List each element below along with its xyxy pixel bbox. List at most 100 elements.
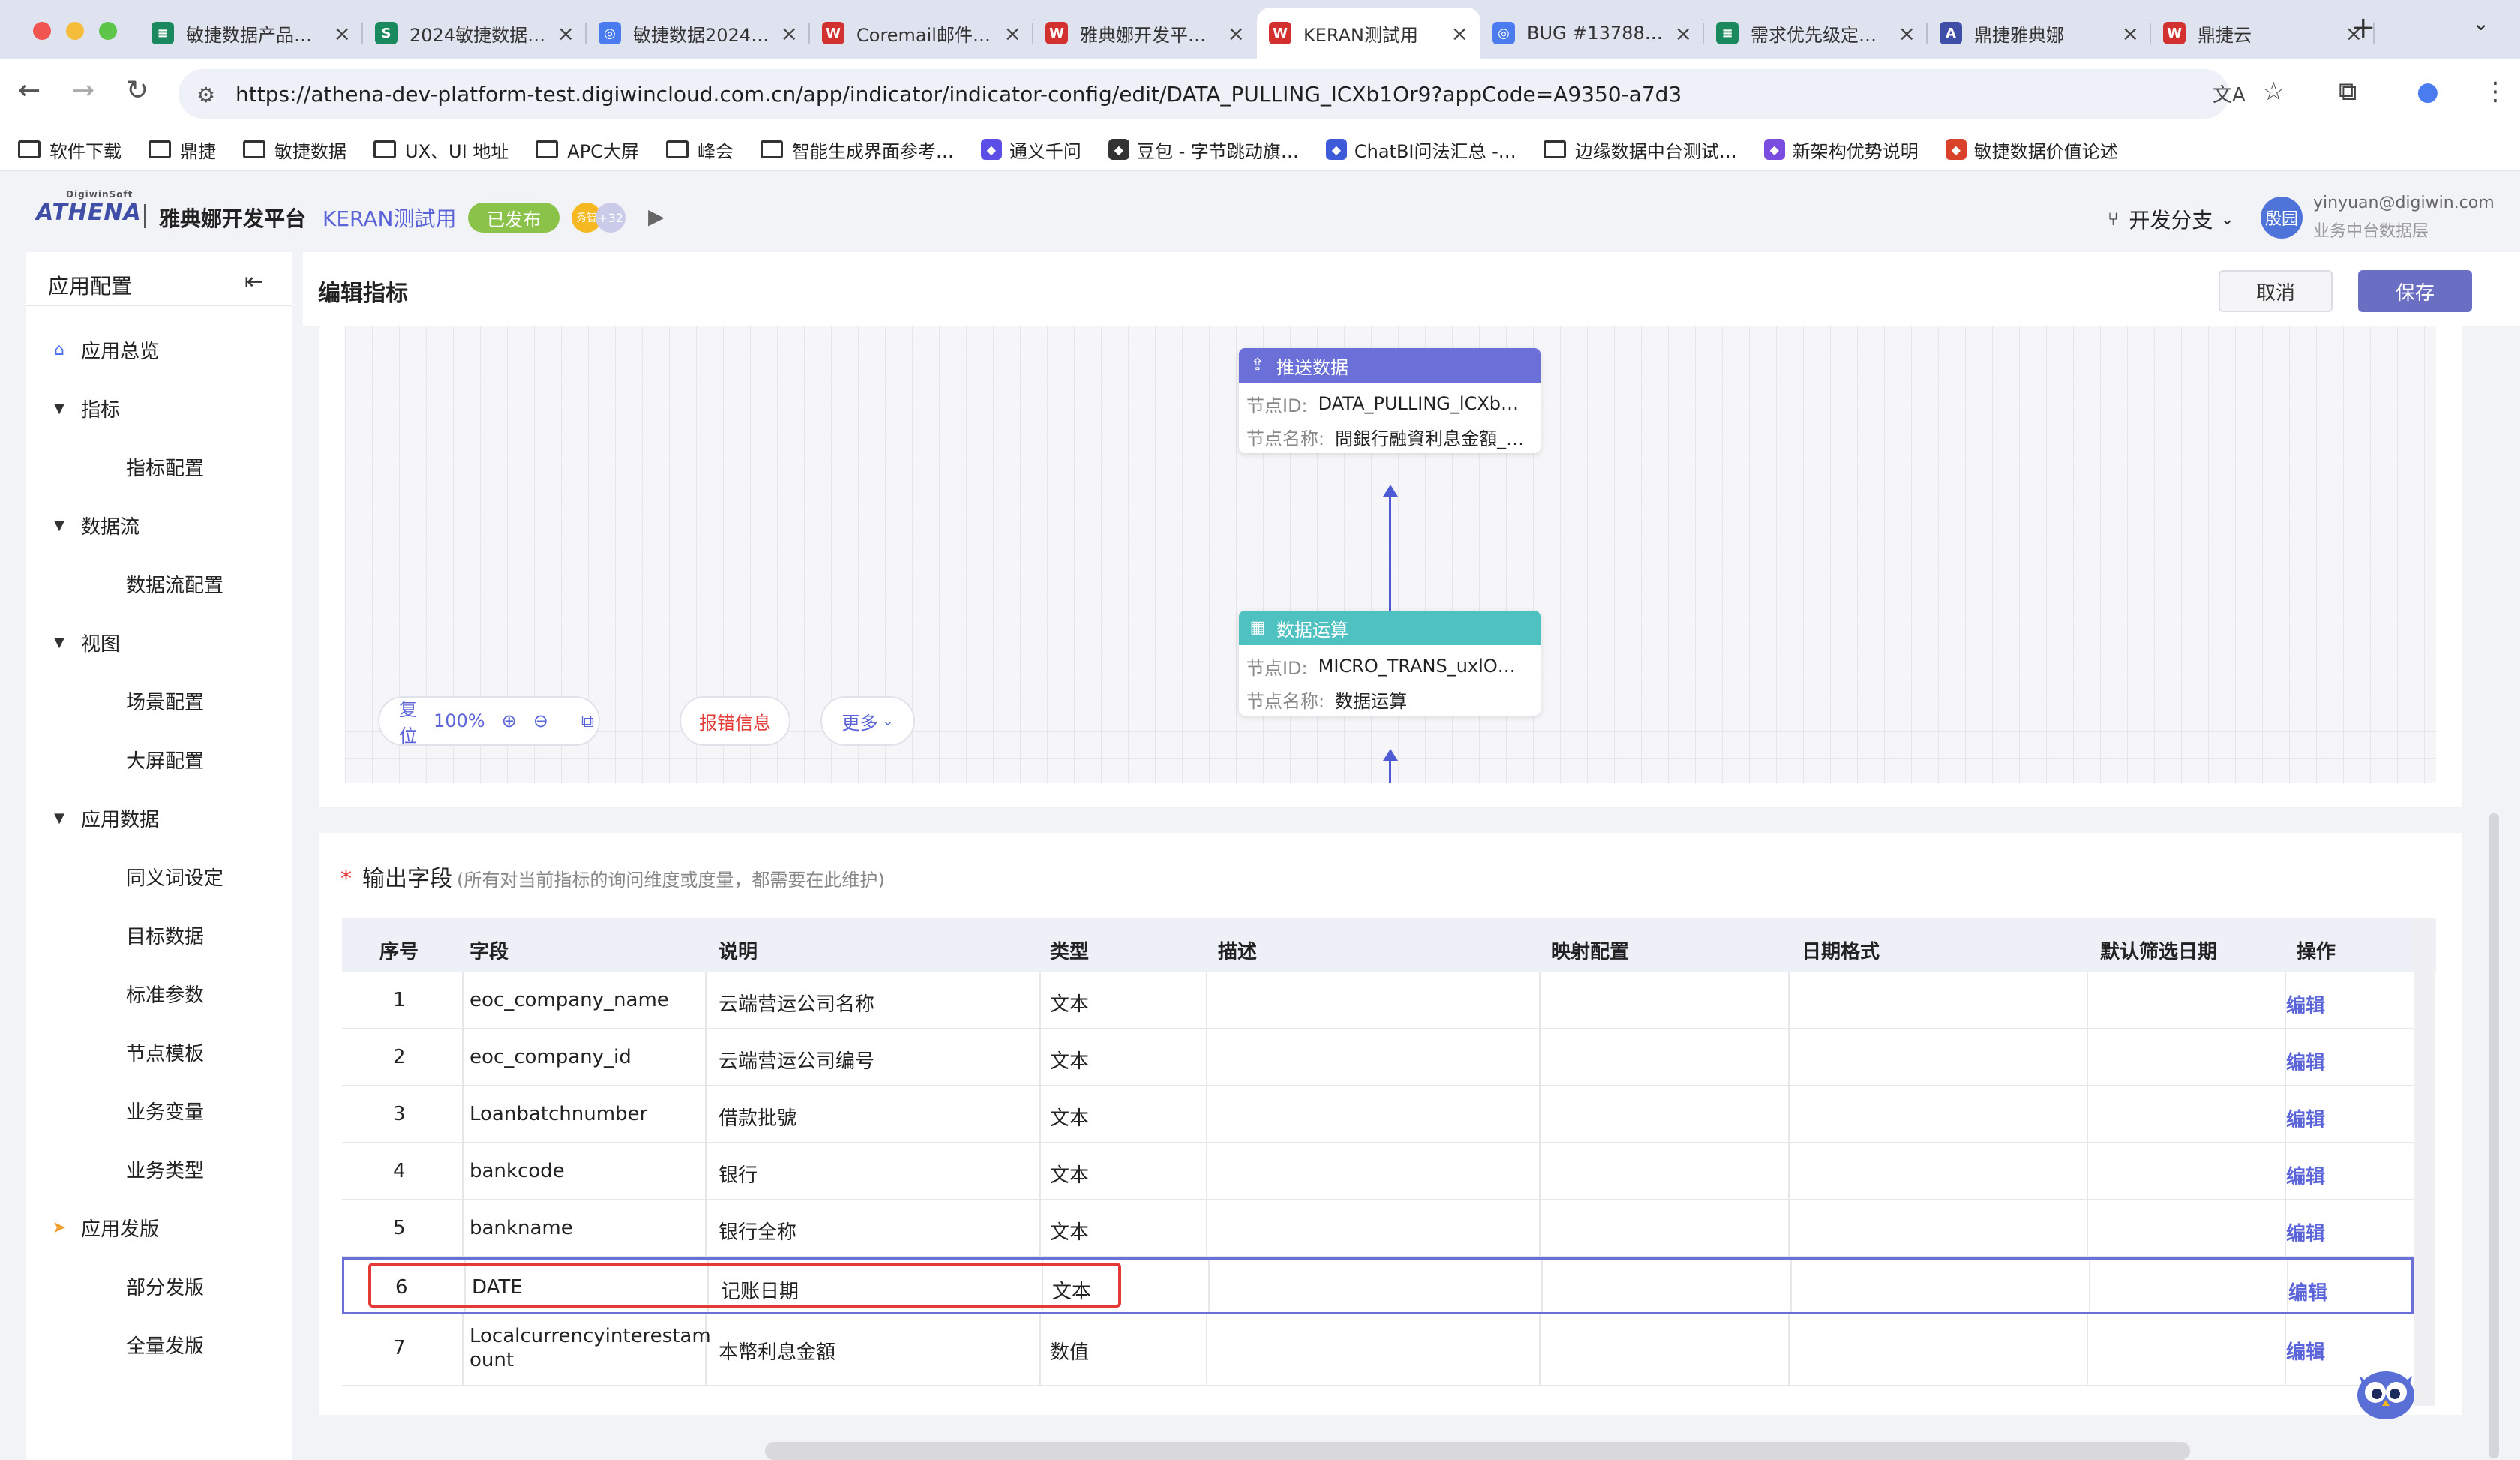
translate-icon[interactable]: 文A — [2212, 80, 2246, 107]
table-row[interactable]: 3 Loanbatchnumber 借款批號 文本 编辑 — [342, 1086, 2414, 1143]
close-tab-icon[interactable]: × — [1228, 21, 1245, 46]
bookmark-item[interactable]: ◆ ChatBI问法汇总 -… — [1325, 137, 1516, 163]
edit-link[interactable]: 编辑 — [2286, 1047, 2325, 1075]
sidebar-subitem[interactable]: 标准参数 — [126, 980, 204, 1008]
close-tab-icon[interactable]: × — [1675, 21, 1692, 46]
bookmark-item[interactable]: ◆ 通义千问 — [980, 137, 1082, 163]
sidebar-subitem[interactable]: 数据流配置 — [126, 570, 224, 598]
play-icon[interactable]: ▶ — [648, 204, 664, 229]
close-tab-icon[interactable]: × — [1451, 21, 1468, 46]
table-row[interactable]: 7 Localcurrencyinterestam 本幣利息金額 数值 ount 编辑 — [342, 1314, 2414, 1386]
athena-logo[interactable]: DigiwinSoft ATHENA — [36, 189, 142, 226]
user-avatar[interactable]: 殷园 — [2260, 197, 2302, 239]
edit-link[interactable]: 编辑 — [2286, 990, 2325, 1018]
browser-tab[interactable]: S 2024敏捷数据… × — [363, 8, 586, 59]
sidebar-subitem[interactable]: 场景配置 — [126, 687, 204, 715]
bookmark-item[interactable]: UX、UI 地址 — [374, 137, 508, 163]
table-row[interactable]: 5 bankname 银行全称 文本 编辑 — [342, 1200, 2414, 1257]
browser-tab[interactable]: ≡ 需求优先级定… × — [1704, 8, 1928, 59]
reload-button[interactable]: ↻ — [126, 75, 148, 106]
close-tab-icon[interactable]: × — [1898, 21, 1916, 46]
sidebar-item[interactable]: ▼ 视图 — [48, 629, 120, 656]
extensions-icon[interactable]: ⧉ — [2338, 77, 2356, 107]
close-tab-icon[interactable]: × — [334, 21, 351, 46]
error-info-button[interactable]: 报错信息 — [680, 696, 790, 746]
push-data-node[interactable]: ⇪ 推送数据 节点ID: DATA_PULLING_lCXb… 节点名称: 問銀… — [1239, 348, 1540, 453]
site-info-icon[interactable]: ⚙ — [196, 83, 215, 107]
maximize-window-button[interactable] — [99, 22, 117, 40]
edit-link[interactable]: 编辑 — [2288, 1278, 2327, 1305]
zoom-out-icon[interactable]: ⊖ — [533, 710, 548, 732]
browser-menu-icon[interactable]: ⋮ — [2482, 77, 2508, 107]
more-button[interactable]: 更多 ⌄ — [820, 696, 915, 746]
edit-link[interactable]: 编辑 — [2286, 1218, 2325, 1246]
bookmark-item[interactable]: 边缘数据中台测试… — [1543, 137, 1737, 163]
url-bar[interactable]: ⚙ https://athena-dev-platform-test.digiw… — [178, 69, 2229, 119]
browser-tab[interactable]: W 雅典娜开发平… × — [1034, 8, 1257, 59]
profile-icon[interactable]: ● — [2416, 77, 2439, 107]
data-calc-node[interactable]: ▦ 数据运算 节点ID: MICRO_TRANS_uxlO… 节点名称: 数据运… — [1239, 611, 1540, 716]
close-tab-icon[interactable]: × — [557, 21, 574, 46]
page-scrollbar[interactable] — [2488, 813, 2499, 1458]
copy-icon[interactable]: ⧉ — [581, 710, 594, 732]
zoom-in-icon[interactable]: ⊕ — [502, 710, 517, 732]
close-tab-icon[interactable]: × — [781, 21, 798, 46]
close-tab-icon[interactable]: × — [2122, 21, 2139, 46]
bookmark-item[interactable]: 智能生成界面参考… — [760, 137, 954, 163]
browser-tab[interactable]: ◎ BUG #13788… × — [1480, 8, 1704, 59]
sidebar-subitem[interactable]: 全量发版 — [126, 1331, 204, 1359]
sidebar-subitem[interactable]: 大屏配置 — [126, 746, 204, 774]
new-tab-button[interactable]: + — [2350, 11, 2376, 45]
edit-link[interactable]: 编辑 — [2286, 1337, 2325, 1365]
browser-tab[interactable]: A 鼎捷雅典娜 × — [1928, 8, 2151, 59]
sidebar-subitem[interactable]: 业务类型 — [126, 1155, 204, 1183]
edit-link[interactable]: 编辑 — [2286, 1104, 2325, 1132]
browser-tab[interactable]: W Coremail邮件… × — [810, 8, 1034, 59]
edit-link[interactable]: 编辑 — [2286, 1161, 2325, 1189]
sidebar-subitem[interactable]: 业务变量 — [126, 1097, 204, 1125]
bookmark-star-icon[interactable]: ☆ — [2262, 77, 2284, 107]
bookmark-item[interactable]: ◆ 新架构优势说明 — [1763, 137, 1918, 163]
minimize-window-button[interactable] — [66, 22, 84, 40]
forward-button[interactable]: → — [72, 75, 94, 106]
close-window-button[interactable] — [33, 22, 51, 40]
horizontal-scrollbar[interactable] — [765, 1442, 2190, 1460]
table-row[interactable]: 6 DATE 记账日期 文本 编辑 — [342, 1257, 2414, 1314]
sidebar-item[interactable]: ▼ 数据流 — [48, 512, 140, 539]
back-button[interactable]: ← — [18, 75, 40, 106]
cancel-button[interactable]: 取消 — [2218, 270, 2332, 312]
table-scrollbar[interactable] — [2414, 918, 2434, 1406]
table-row[interactable]: 4 bankcode 银行 文本 编辑 — [342, 1143, 2414, 1200]
sidebar-subitem[interactable]: 节点模板 — [126, 1038, 204, 1066]
bookmark-item[interactable]: ◆ 豆包 - 字节跳动旗… — [1108, 137, 1299, 163]
branch-selector[interactable]: ⑂ 开发分支 ⌄ — [2108, 204, 2234, 234]
browser-tab[interactable]: ◎ 敏捷数据2024… × — [586, 8, 810, 59]
sidebar-subitem[interactable]: 部分发版 — [126, 1272, 204, 1300]
close-tab-icon[interactable]: × — [1004, 21, 1022, 46]
tab-search-icon[interactable]: ⌄ — [2472, 11, 2489, 35]
sidebar-item[interactable]: ▼ 指标 — [48, 395, 120, 422]
collaborator-count[interactable]: +32 — [596, 203, 626, 233]
browser-tab[interactable]: W KERAN测試用 × — [1257, 8, 1480, 59]
bookmark-item[interactable]: 峰会 — [665, 137, 734, 163]
browser-tab[interactable]: W 鼎捷云 × — [2151, 8, 2374, 59]
sidebar-subitem[interactable]: 目标数据 — [126, 921, 204, 949]
bookmark-item[interactable]: APC大屏 — [536, 137, 639, 163]
bookmark-item[interactable]: ◆ 敏捷数据价值论述 — [1945, 137, 2118, 163]
bookmark-item[interactable]: 敏捷数据 — [243, 137, 346, 163]
sidebar-subitem[interactable]: 指标配置 — [126, 453, 204, 481]
bookmark-item[interactable]: 软件下载 — [18, 137, 122, 163]
assistant-owl-icon[interactable] — [2352, 1362, 2420, 1422]
table-row[interactable]: 1 eoc_company_name 云端营运公司名称 文本 编辑 — [342, 972, 2414, 1029]
table-row[interactable]: 2 eoc_company_id 云端营运公司编号 文本 编辑 — [342, 1029, 2414, 1086]
save-button[interactable]: 保存 — [2358, 270, 2472, 312]
browser-tab[interactable]: ≡ 敏捷数据产品… × — [140, 8, 363, 59]
sidebar-item[interactable]: ➤ 应用发版 — [48, 1214, 159, 1242]
sidebar-item[interactable]: ▼ 应用数据 — [48, 804, 159, 832]
bookmark-item[interactable]: 鼎捷 — [148, 137, 216, 163]
sidebar-subitem[interactable]: 同义词设定 — [126, 863, 224, 891]
collapse-sidebar-icon[interactable]: ⇤ — [244, 269, 263, 295]
sidebar-item[interactable]: ⌂ 应用总览 — [48, 336, 159, 364]
app-name[interactable]: KERAN测試用 — [322, 203, 456, 233]
reset-button[interactable]: 复位 — [399, 695, 417, 747]
